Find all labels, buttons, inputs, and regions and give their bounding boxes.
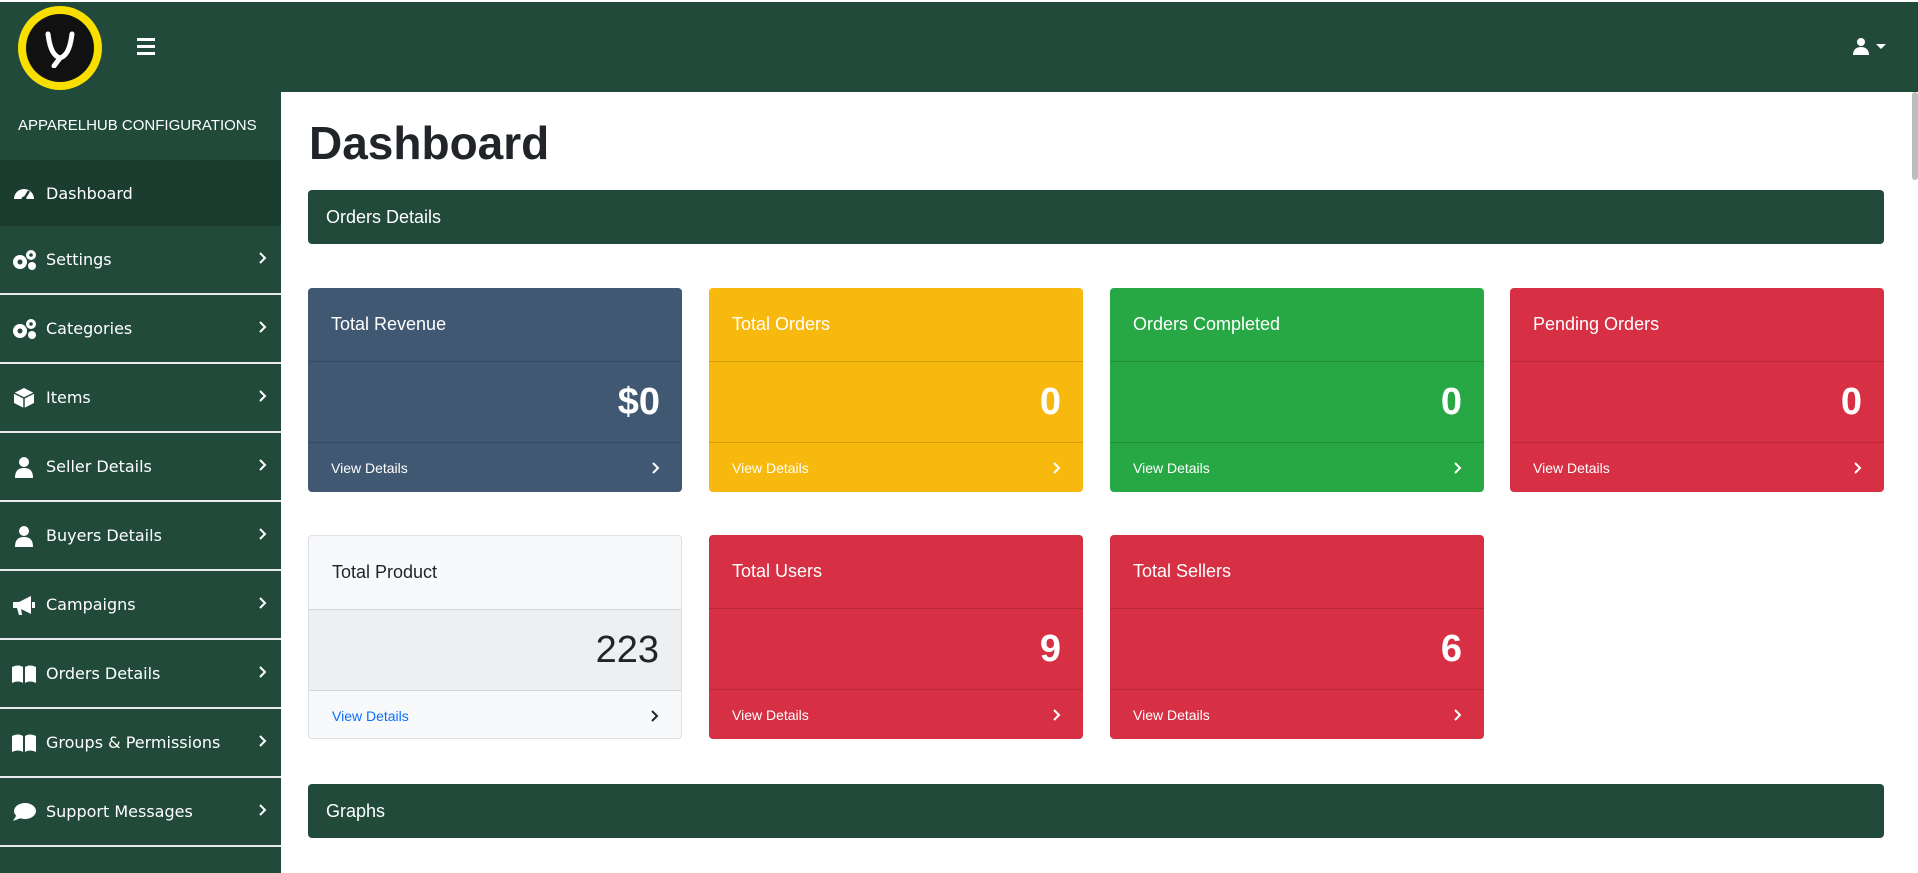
card-title: Total Users	[709, 535, 1083, 609]
sidebar-item-support-messages[interactable]: Support Messages	[0, 778, 281, 847]
card-value: $0	[617, 381, 660, 423]
page-title: Dashboard	[309, 117, 550, 169]
sidebar-item-label: Groups & Permissions	[46, 733, 221, 752]
sidebar-item-label: Orders Details	[46, 664, 161, 683]
view-details-label[interactable]: View Details	[1533, 460, 1610, 476]
card-value: 0	[1039, 381, 1061, 423]
view-details-link[interactable]: View Details	[709, 689, 1083, 740]
card-title: Total Revenue	[308, 288, 682, 362]
chevron-right-icon	[1454, 462, 1462, 474]
card-title: Total Product	[309, 536, 681, 610]
card-total-revenue: Total Revenue $0 View Details	[308, 288, 682, 492]
view-details-label[interactable]: View Details	[331, 460, 408, 476]
card-title: Orders Completed	[1110, 288, 1484, 362]
view-details-label[interactable]: View Details	[1133, 707, 1210, 723]
sidebar-item-groups-permissions[interactable]: Groups & Permissions	[0, 709, 281, 778]
card-value: 0	[1440, 381, 1462, 423]
sidebar-item-label: Items	[46, 388, 91, 407]
chevron-right-icon	[259, 390, 267, 402]
user-menu-toggle[interactable]	[1852, 37, 1886, 55]
box-icon	[10, 386, 38, 410]
view-details-label[interactable]: View Details	[332, 708, 409, 724]
card-pending-orders: Pending Orders 0 View Details	[1510, 288, 1884, 492]
megaphone-icon	[10, 593, 38, 617]
orders-details-section-header: Orders Details	[308, 190, 1884, 244]
user-icon	[1853, 38, 1869, 55]
sidebar: APPARELHUB CONFIGURATIONS Dashboard Sett…	[0, 92, 281, 873]
chevron-right-icon	[1454, 709, 1462, 721]
top-navbar	[0, 2, 1918, 92]
chevron-right-icon	[652, 462, 660, 474]
view-details-label[interactable]: View Details	[1133, 460, 1210, 476]
chevron-right-icon	[1854, 462, 1862, 474]
user-icon	[10, 455, 38, 479]
view-details-link[interactable]: View Details	[308, 442, 682, 493]
view-details-link[interactable]: View Details	[309, 690, 681, 741]
sidebar-item-seller-details[interactable]: Seller Details	[0, 433, 281, 502]
card-total-sellers: Total Sellers 6 View Details	[1110, 535, 1484, 739]
sidebar-item-dashboard[interactable]: Dashboard	[0, 160, 281, 226]
card-title: Total Sellers	[1110, 535, 1484, 609]
sidebar-item-settings[interactable]: Settings	[0, 226, 281, 295]
chevron-right-icon	[1053, 462, 1061, 474]
gears-icon	[10, 317, 38, 341]
chevron-right-icon	[259, 597, 267, 609]
chevron-right-icon	[259, 321, 267, 333]
sidebar-item-label: Settings	[46, 250, 112, 269]
chevron-right-icon	[259, 804, 267, 816]
card-value: 0	[1840, 381, 1862, 423]
sidebar-item-items[interactable]: Items	[0, 364, 281, 433]
graphs-section-header: Graphs	[308, 784, 1884, 838]
view-details-label[interactable]: View Details	[732, 460, 809, 476]
chevron-right-icon	[259, 666, 267, 678]
page-scrollbar[interactable]	[1912, 92, 1918, 180]
sidebar-item-label: Buyers Details	[46, 526, 162, 545]
sidebar-item-label: Campaigns	[46, 595, 136, 614]
logo-y-glyph	[45, 31, 75, 68]
tachometer-icon	[10, 181, 38, 205]
comment-icon	[10, 800, 38, 824]
sidebar-item-buyers-details[interactable]: Buyers Details	[0, 502, 281, 571]
sidebar-item-campaigns[interactable]: Campaigns	[0, 571, 281, 640]
card-total-orders: Total Orders 0 View Details	[709, 288, 1083, 492]
view-details-label[interactable]: View Details	[732, 707, 809, 723]
chevron-right-icon	[259, 252, 267, 264]
view-details-link[interactable]: View Details	[709, 442, 1083, 493]
chevron-right-icon	[259, 735, 267, 747]
user-icon	[10, 524, 38, 548]
view-details-link[interactable]: View Details	[1510, 442, 1884, 493]
card-value: 9	[1039, 628, 1061, 670]
sidebar-item-orders-details[interactable]: Orders Details	[0, 640, 281, 709]
view-details-link[interactable]: View Details	[1110, 689, 1484, 740]
card-title: Total Orders	[709, 288, 1083, 362]
gears-icon	[10, 248, 38, 272]
sidebar-item-label: Dashboard	[46, 183, 133, 203]
chevron-down-icon	[1876, 43, 1886, 49]
sidebar-item-label: Categories	[46, 319, 133, 338]
chevron-right-icon	[259, 528, 267, 540]
card-total-product: Total Product 223 View Details	[308, 535, 682, 739]
card-value: 6	[1440, 628, 1462, 670]
logo-mark	[26, 14, 94, 82]
main-content: Dashboard Orders Details Total Revenue $…	[281, 92, 1911, 873]
book-icon	[10, 731, 38, 755]
hamburger-icon[interactable]	[137, 38, 155, 56]
card-orders-completed: Orders Completed 0 View Details	[1110, 288, 1484, 492]
chevron-right-icon	[1053, 709, 1061, 721]
card-value: 223	[309, 610, 681, 690]
book-icon	[10, 662, 38, 686]
sidebar-item-label: Support Messages	[46, 802, 193, 821]
chevron-right-icon	[651, 710, 659, 722]
brand-logo[interactable]	[18, 6, 102, 90]
card-total-users: Total Users 9 View Details	[709, 535, 1083, 739]
sidebar-heading: APPARELHUB CONFIGURATIONS	[18, 117, 257, 134]
sidebar-item-label: Seller Details	[46, 457, 152, 476]
chevron-right-icon	[259, 459, 267, 471]
sidebar-item-categories[interactable]: Categories	[0, 295, 281, 364]
view-details-link[interactable]: View Details	[1110, 442, 1484, 493]
card-title: Pending Orders	[1510, 288, 1884, 362]
